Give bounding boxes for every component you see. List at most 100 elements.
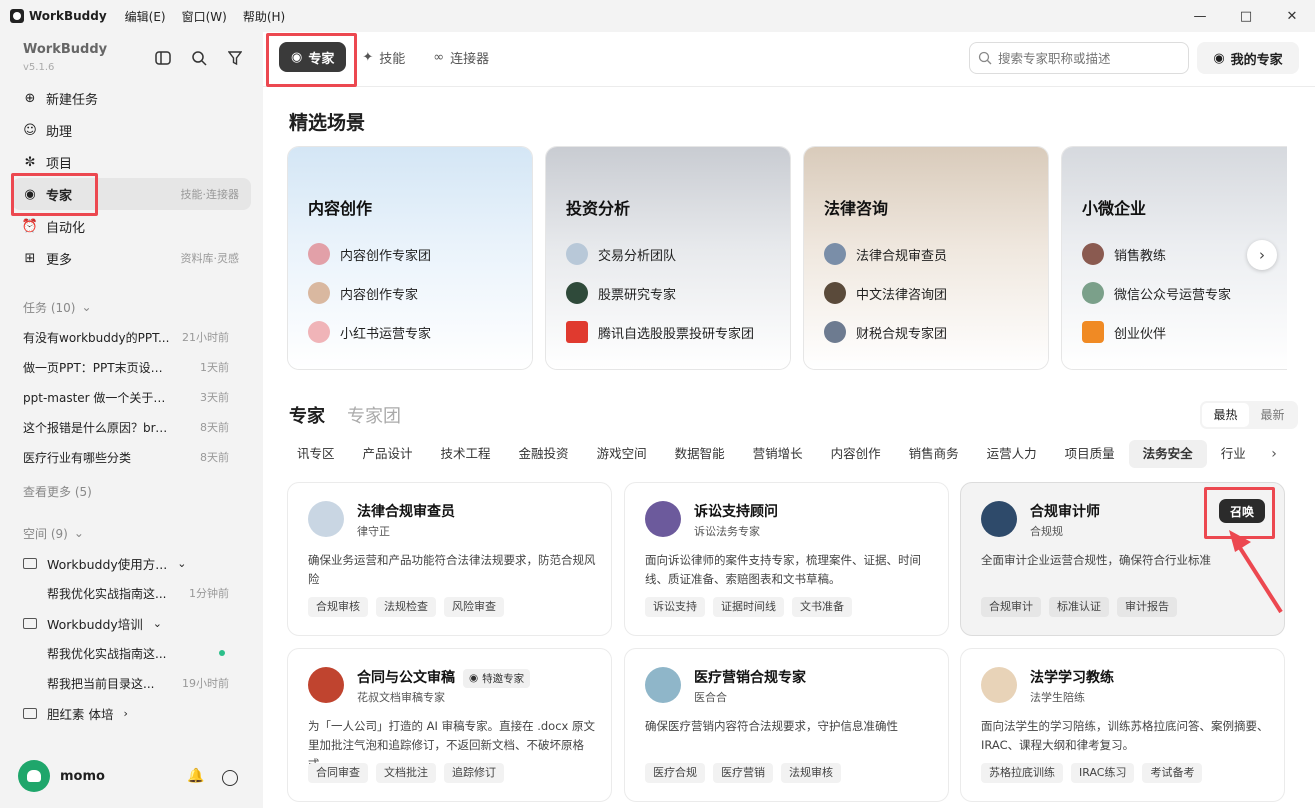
category-chip[interactable]: 项目质量 — [1051, 440, 1129, 468]
tag: 法规检查 — [376, 597, 436, 617]
space-task-item[interactable]: 帮我优化实战指南这... — [12, 638, 251, 668]
expert-card[interactable]: 医疗营销合规专家 医合合 确保医疗营销内容符合法规要求，守护信息准确性 医疗合规… — [624, 648, 949, 802]
task-time: 3天前 — [200, 391, 229, 404]
main-panel: ◉专家 ✦技能 ∞连接器 ◉我的专家 精选场景 内容创作 内容创作专家团 内容创… — [263, 32, 1315, 808]
sort-new[interactable]: 最新 — [1249, 403, 1296, 427]
task-item[interactable]: 医疗行业有哪些分类 8天前 — [12, 442, 251, 472]
category-chip[interactable]: 技术工程 — [427, 440, 505, 468]
search-box[interactable] — [969, 42, 1189, 74]
nav-automation[interactable]: ⏰ 自动化 — [12, 210, 251, 242]
task-item[interactable]: 有没有workbuddy的PPT... 21小时前 — [12, 322, 251, 352]
tasks-section-title[interactable]: 任务 (10) ⌄ — [12, 292, 251, 322]
expert-name: 医疗营销合规专家 — [694, 670, 806, 686]
category-next-button[interactable]: › — [1265, 442, 1283, 466]
filter-icon[interactable] — [225, 48, 245, 68]
link-icon[interactable] — [222, 770, 238, 786]
expert-card[interactable]: 法律合规审查员 律守正 确保业务运营和产品功能符合法律法规要求，防范合规风险 合… — [287, 482, 612, 636]
featured-card[interactable]: 内容创作 内容创作专家团 内容创作专家 小红书运营专家 — [287, 146, 533, 370]
top-tabs: ◉ 专家 ✦ 技能 ∞ 连接器 — [279, 42, 505, 72]
nav-more[interactable]: ⊞ 更多 资料库·灵感 — [12, 242, 251, 274]
task-item[interactable]: 做一页PPT：PPT末页设计... 1天前 — [12, 352, 251, 382]
expert-icon: ◉ — [291, 49, 303, 65]
space-item[interactable]: Workbuddy使用方... ⌄ — [12, 548, 251, 578]
featured-item[interactable]: 微信公众号运营专家 — [1082, 282, 1231, 304]
bell-icon[interactable]: 🔔 — [187, 768, 204, 784]
category-chip[interactable]: 数据智能 — [661, 440, 739, 468]
space-task-item[interactable]: 帮我优化实战指南这... 1分钟前 — [12, 578, 251, 608]
expert-card[interactable]: 合同与公文审稿 ◉ 特邀专家 花叔文档审稿专家 为「一人公司」打造的 AI 审稿专家… — [287, 648, 612, 802]
space-item[interactable]: 胆红素 体培 › — [12, 698, 251, 728]
folder-icon — [23, 557, 37, 569]
spaces-section-title[interactable]: 空间 (9) ⌄ — [12, 518, 251, 548]
featured-item[interactable]: 交易分析团队 — [566, 243, 676, 265]
category-chip[interactable]: 营销增长 — [739, 440, 817, 468]
space-item[interactable]: Workbuddy培训 ⌄ — [12, 608, 251, 638]
featured-item[interactable]: 财税合规专家团 — [824, 321, 947, 343]
category-chip[interactable]: 法务安全 — [1128, 440, 1207, 468]
tag: 证据时间线 — [713, 597, 784, 617]
invited-badge: ◉ 特邀专家 — [463, 668, 531, 688]
featured-item[interactable]: 法律合规审查员 — [824, 243, 947, 265]
user-profile[interactable]: momo — [18, 760, 105, 792]
category-chip[interactable]: 行业 — [1207, 440, 1260, 468]
sort-hot[interactable]: 最热 — [1202, 403, 1249, 427]
expert-description: 确保业务运营和产品功能符合法律法规要求，防范合规风险 — [308, 553, 596, 586]
featured-item[interactable]: 内容创作专家 — [308, 282, 418, 304]
featured-card[interactable]: 投资分析 交易分析团队 股票研究专家 腾讯自选股股票投研专家团 — [545, 146, 791, 370]
expert-icon: ◉ — [1213, 50, 1225, 66]
expert-alias: 法学生陪练 — [1030, 691, 1085, 704]
nav-new-task[interactable]: ⊕ 新建任务 — [12, 82, 251, 114]
space-name: Workbuddy培训 — [47, 616, 143, 632]
category-chip[interactable]: 运营人力 — [973, 440, 1051, 468]
expert-card[interactable]: 合规审计师 合规规 全面审计企业运营合规性，确保符合行业标准 合规审计 标准认证审… — [960, 482, 1285, 636]
task-item[interactable]: 这个报错是什么原因？bro... 8天前 — [12, 412, 251, 442]
featured-item[interactable]: 创业伙伴 — [1082, 321, 1166, 343]
menu-edit[interactable]: 编辑(E) — [125, 8, 166, 25]
tab-expert-teams[interactable]: 专家团 — [347, 402, 401, 428]
menu-window[interactable]: 窗口(W) — [182, 8, 227, 25]
featured-item[interactable]: 销售教练 — [1082, 243, 1166, 265]
featured-card[interactable]: 法律咨询 法律合规审查员 中文法律咨询团 财税合规专家团 — [803, 146, 1049, 370]
featured-item[interactable]: 小红书运营专家 — [308, 321, 431, 343]
category-chip[interactable]: 销售商务 — [895, 440, 973, 468]
space-task-item[interactable]: 帮我把当前目录这... 19小时前 — [12, 668, 251, 698]
task-item[interactable]: ppt-master 做一个关于中... 3天前 — [12, 382, 251, 412]
search-input[interactable] — [998, 50, 1178, 66]
category-chip[interactable]: 内容创作 — [817, 440, 895, 468]
expert-description: 全面审计企业运营合规性，确保符合行业标准 — [981, 553, 1211, 567]
category-chip[interactable]: 游戏空间 — [583, 440, 661, 468]
close-button[interactable]: ✕ — [1269, 0, 1315, 32]
category-chip[interactable]: 讯专区 — [283, 440, 349, 468]
minimize-button[interactable]: — — [1177, 0, 1223, 32]
nav-project[interactable]: ✼ 项目 — [12, 146, 251, 178]
see-more-link[interactable]: 查看更多 (5) — [12, 476, 251, 506]
category-chip[interactable]: 产品设计 — [349, 440, 427, 468]
featured-item[interactable]: 中文法律咨询团 — [824, 282, 947, 304]
my-experts-button[interactable]: ◉ 我的专家 — [1197, 42, 1299, 74]
maximize-button[interactable]: □ — [1223, 0, 1269, 32]
avatar — [824, 321, 846, 343]
category-chip[interactable]: 金融投资 — [505, 440, 583, 468]
expert-card[interactable]: 法学学习教练 法学生陪练 面向法学生的学习陪练，训练苏格拉底问答、案例摘要、IR… — [960, 648, 1285, 802]
featured-item[interactable]: 腾讯自选股股票投研专家团 — [566, 321, 754, 343]
toggle-sidebar-icon[interactable] — [153, 48, 173, 68]
tab-experts[interactable]: ◉ 专家 — [279, 42, 347, 72]
nav-experts[interactable]: ◉ 专家 技能·连接器 — [12, 178, 251, 210]
search-icon[interactable] — [189, 48, 209, 68]
tab-experts-section[interactable]: 专家 — [289, 402, 325, 428]
tab-skills[interactable]: ✦ 技能 — [350, 42, 417, 72]
menu-help[interactable]: 帮助(H) — [243, 8, 285, 25]
featured-item[interactable]: 股票研究专家 — [566, 282, 676, 304]
featured-card-title: 内容创作 — [308, 199, 373, 218]
grid-icon: ⊞ — [24, 250, 36, 266]
tag: IRAC练习 — [1071, 763, 1135, 783]
chevron-down-icon: ⌄ — [152, 616, 162, 630]
tab-connectors[interactable]: ∞ 连接器 — [421, 42, 501, 72]
carousel-next-button[interactable]: › — [1247, 240, 1277, 270]
summon-button[interactable]: 召唤 — [1219, 499, 1265, 523]
task-title: 医疗行业有哪些分类 — [23, 450, 132, 465]
folder-icon — [23, 617, 37, 629]
featured-item[interactable]: 内容创作专家团 — [308, 243, 431, 265]
expert-card[interactable]: 诉讼支持顾问 诉讼法务专家 面向诉讼律师的案件支持专家，梳理案件、证据、时间线、… — [624, 482, 949, 636]
nav-assistant[interactable]: ☺ 助理 — [12, 114, 251, 146]
